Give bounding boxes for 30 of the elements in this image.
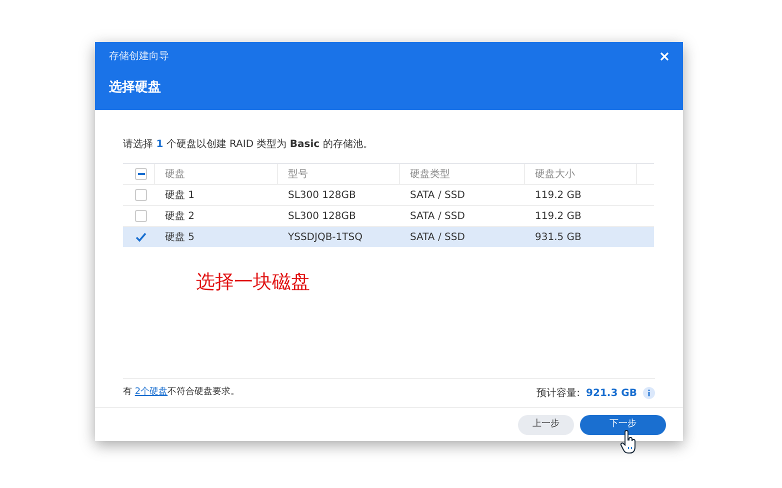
close-icon[interactable]	[660, 52, 669, 60]
next-button[interactable]: 下一步	[580, 414, 666, 434]
back-button[interactable]: 上一步	[518, 414, 574, 434]
checkbox[interactable]	[135, 231, 147, 243]
table-cell: 硬盘 5	[165, 232, 195, 242]
instruction-text: 请选择 1 个硬盘以创建 RAID 类型为 Basic 的存储池。	[123, 138, 373, 152]
table-cell: YSSDJQB-1TSQ	[288, 232, 362, 242]
table-cell: SATA / SSD	[410, 190, 465, 200]
capacity-value: 921.3 GB	[586, 386, 637, 400]
capacity-label: 预计容量:	[536, 386, 580, 400]
table-cell: SL300 128GB	[288, 210, 356, 222]
info-icon[interactable]	[643, 387, 655, 399]
table-cell: 119.2 GB	[535, 210, 582, 222]
table-cell: SATA / SSD	[410, 232, 465, 242]
row-highlight[interactable]: 硬盘 5 YSSDJQB-1TSQ SATA / SSD 931.5 GB	[123, 226, 654, 247]
table-cell: 119.2 GB	[535, 190, 582, 200]
table-cell: 931.5 GB	[535, 232, 582, 242]
column-header[interactable]: 硬盘	[165, 166, 185, 182]
warning-text: 有 2个硬盘不符合硬盘要求。	[123, 386, 240, 400]
table-cell: SATA / SSD	[410, 210, 465, 222]
table-cell: 硬盘 1	[165, 190, 195, 200]
annotation-caption: 选择一块磁盘	[196, 270, 310, 295]
step-heading: 选择硬盘	[109, 79, 161, 97]
column-header[interactable]: 型号	[288, 166, 308, 182]
table-cell: 硬盘 2	[165, 210, 195, 222]
column-header[interactable]: 硬盘类型	[410, 166, 450, 182]
column-header[interactable]: 硬盘大小	[535, 166, 575, 182]
table-cell: SL300 128GB	[288, 190, 356, 200]
window-title: 存储创建向导	[109, 50, 169, 64]
disks-link[interactable]: 2个硬盘	[134, 387, 168, 398]
